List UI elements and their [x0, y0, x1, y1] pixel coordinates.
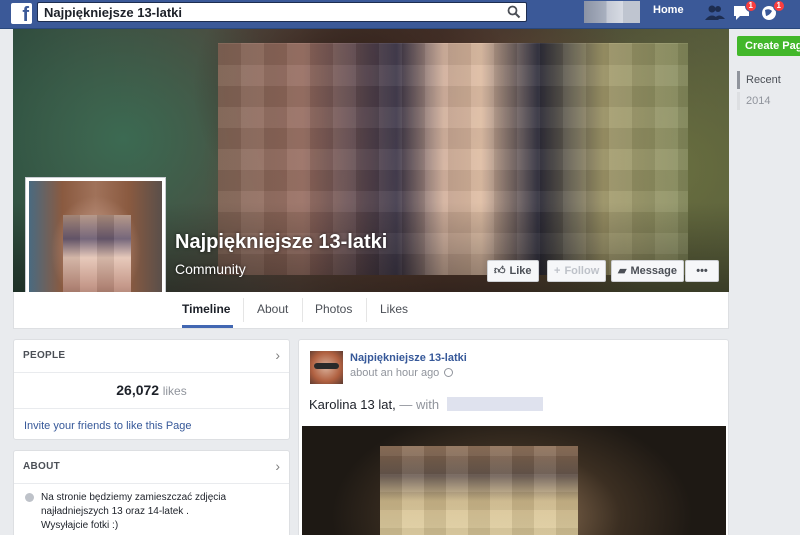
post-with-label: — with [399, 397, 440, 412]
tab-likes[interactable]: Likes [380, 302, 408, 316]
post-time-text[interactable]: about an hour ago [350, 367, 439, 379]
like-button-label: Like [509, 265, 532, 277]
post-author-name[interactable]: Najpiękniejsze 13-latki [350, 352, 467, 364]
tab-timeline[interactable]: Timeline [182, 302, 230, 316]
post-photo-pixelation [380, 446, 578, 535]
people-card: PEOPLE › 26,072 likes Invite your friend… [13, 339, 290, 440]
about-description: Na stronie będziemy zamieszczać zdjęcia … [41, 491, 281, 533]
chevron-right-icon[interactable]: › [275, 459, 280, 473]
message-button-label: Message [630, 265, 677, 277]
timeline-year-recent[interactable]: Recent [737, 71, 781, 89]
globe-icon [444, 368, 454, 377]
tab-photos[interactable]: Photos [315, 302, 352, 316]
likes-count-number: 26,072 [116, 382, 160, 398]
friend-requests-icon[interactable] [704, 3, 726, 23]
chevron-right-icon[interactable]: › [275, 348, 280, 362]
facebook-logo-icon[interactable]: f [11, 3, 32, 24]
create-page-button[interactable]: Create Page [737, 36, 800, 56]
page-title[interactable]: Najpiękniejsze 13-latki [175, 231, 387, 254]
timeline-year-2014[interactable]: 2014 [737, 92, 770, 110]
follow-button-label: Follow [564, 265, 600, 277]
home-link[interactable]: Home [653, 4, 684, 16]
invite-friends-link[interactable]: Invite your friends to like this Page [24, 420, 192, 432]
search-input[interactable]: Najpiękniejsze 13-latki [37, 2, 527, 22]
message-button[interactable]: ▰ Message [611, 260, 684, 282]
about-description-line: Wysyłajcie fotki :) [41, 520, 119, 531]
top-navigation-bar: f Najpiękniejsze 13-latki Home 1 1 [0, 0, 800, 29]
globe-notifications-icon[interactable]: 1 [760, 0, 785, 23]
tab-divider [366, 298, 367, 322]
like-button[interactable]: 👍︎ Like [487, 260, 539, 282]
about-description-line: Na stronie będziemy zamieszczać zdjęcia [41, 492, 227, 503]
user-profile-thumbnail[interactable] [584, 1, 640, 23]
like-thumb-icon: 👍︎ [494, 265, 506, 277]
post-caption: Karolina 13 lat, [309, 397, 396, 412]
post-text: Karolina 13 lat, — with [309, 397, 543, 412]
page-tabs-bar: Timeline About Photos Likes [13, 292, 729, 329]
post-photo[interactable] [302, 426, 726, 535]
post-timestamp[interactable]: about an hour ago [350, 367, 454, 379]
active-tab-indicator [182, 325, 233, 328]
global-notifications-badge: 1 [772, 0, 785, 12]
search-icon[interactable] [507, 5, 521, 19]
plus-icon: + [554, 265, 561, 277]
messages-badge: 1 [744, 0, 757, 12]
about-card: ABOUT › Na stronie będziemy zamieszczać … [13, 450, 290, 535]
about-description-line: najładniejszych 13 oraz 14-latek . [41, 506, 189, 517]
post-author-avatar[interactable] [310, 351, 343, 384]
divider [14, 372, 289, 373]
divider [14, 483, 289, 484]
divider [14, 408, 289, 409]
info-icon [25, 493, 34, 502]
search-input-value[interactable]: Najpiękniejsze 13-latki [44, 5, 182, 20]
timeline-post: Najpiękniejsze 13-latki about an hour ag… [298, 339, 729, 535]
messages-icon[interactable]: 1 [732, 0, 757, 23]
page-category[interactable]: Community [175, 261, 246, 277]
people-card-header[interactable]: PEOPLE [23, 350, 65, 361]
tagged-person-link[interactable] [446, 397, 543, 411]
tab-about[interactable]: About [257, 302, 288, 316]
message-icon: ▰ [618, 265, 627, 277]
about-card-header[interactable]: ABOUT [23, 461, 60, 472]
likes-count-word: likes [162, 384, 187, 398]
tab-divider [243, 298, 244, 322]
tab-divider [302, 298, 303, 322]
avatar-sunglasses [314, 363, 339, 369]
more-options-button[interactable]: ••• [685, 260, 719, 282]
likes-count: 26,072 likes [14, 382, 289, 398]
follow-button[interactable]: + Follow [547, 260, 607, 282]
